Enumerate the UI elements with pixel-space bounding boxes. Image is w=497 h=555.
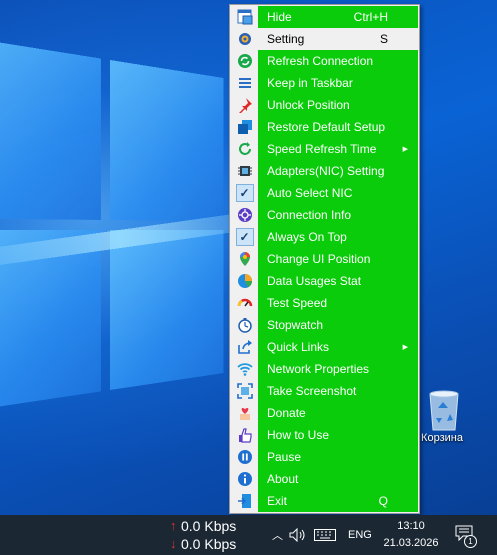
menu-item-label: Take Screenshot	[267, 384, 357, 398]
taskbar: ↑ 0.0 Kbps ↓ 0.0 Kbps ︿ ENG 13:10 21.03.…	[0, 515, 497, 555]
clock-date: 21.03.2026	[383, 537, 439, 549]
upload-arrow-icon: ↑	[170, 518, 177, 533]
menu-item-stopwatch[interactable]: Stopwatch	[231, 314, 418, 336]
download-speed: 0.0 Kbps	[181, 536, 237, 552]
checkmark-icon: ✓	[231, 182, 258, 204]
menu-item-how-to-use[interactable]: How to Use	[231, 424, 418, 446]
window-hide-icon	[231, 6, 258, 28]
volume-icon[interactable]	[289, 515, 307, 555]
menu-item-change-ui-position[interactable]: Change UI Position	[231, 248, 418, 270]
notification-count-badge: 1	[464, 535, 477, 548]
menu-item-exit[interactable]: Exit Q	[231, 490, 418, 512]
menu-item-label: Connection Info	[267, 208, 352, 222]
menu-item-hide[interactable]: Hide Ctrl+H	[231, 6, 418, 28]
menu-item-label: Quick Links	[267, 340, 330, 354]
menu-item-donate[interactable]: Donate	[231, 402, 418, 424]
menu-item-label: Restore Default Setup	[267, 120, 386, 134]
menu-item-label: Change UI Position	[267, 252, 371, 266]
wifi-icon	[231, 358, 258, 380]
menu-item-label: Exit	[267, 494, 288, 508]
pin-icon	[231, 94, 258, 116]
refresh-icon	[231, 50, 258, 72]
menu-item-label: Donate	[267, 406, 306, 420]
connection-info-icon	[231, 204, 258, 226]
clock-time: 13:10	[397, 520, 425, 532]
submenu-arrow-icon: ▶	[402, 146, 408, 153]
menu-item-label: Pause	[267, 450, 302, 464]
pie-chart-icon	[231, 270, 258, 292]
keyboard-icon[interactable]	[314, 515, 336, 555]
menu-item-setting[interactable]: Setting S	[231, 28, 418, 50]
upload-speed: 0.0 Kbps	[181, 518, 237, 534]
gear-icon	[231, 28, 258, 50]
menu-item-shortcut: Q	[378, 494, 388, 508]
menu-item-about[interactable]: About	[231, 468, 418, 490]
menu-item-label: Setting	[267, 32, 305, 46]
net-speed-widget[interactable]: ↑ 0.0 Kbps ↓ 0.0 Kbps	[170, 517, 236, 553]
menu-item-label: Speed Refresh Time	[267, 142, 377, 156]
taskbar-lines-icon	[231, 72, 258, 94]
menu-item-label: Unlock Position	[267, 98, 350, 112]
menu-item-unlock-position[interactable]: Unlock Position	[231, 94, 418, 116]
map-pin-icon	[231, 248, 258, 270]
language-indicator[interactable]: ENG	[348, 515, 372, 555]
menu-item-label: How to Use	[267, 428, 330, 442]
speedometer-icon	[231, 292, 258, 314]
menu-item-shortcut: Ctrl+H	[353, 10, 388, 24]
restore-icon	[231, 116, 258, 138]
menu-item-label: Keep in Taskbar	[267, 76, 353, 90]
timer-refresh-icon	[231, 138, 258, 160]
menu-item-keep-in-taskbar[interactable]: Keep in Taskbar	[231, 72, 418, 94]
action-center-icon[interactable]: 1	[455, 525, 477, 548]
recycle-bin-icon	[429, 390, 459, 431]
show-hidden-icons-chevron-icon[interactable]: ︿	[272, 515, 283, 555]
menu-item-speed-refresh-time[interactable]: Speed Refresh Time ▶	[231, 138, 418, 160]
menu-item-auto-select-nic[interactable]: ✓ Auto Select NIC	[231, 182, 418, 204]
menu-item-take-screenshot[interactable]: Take Screenshot	[231, 380, 418, 402]
menu-item-label: About	[267, 472, 299, 486]
menu-item-quick-links[interactable]: Quick Links ▶	[231, 336, 418, 358]
menu-item-label: Network Properties	[267, 362, 370, 376]
menu-item-connection-info[interactable]: Connection Info	[231, 204, 418, 226]
menu-item-label: Refresh Connection	[267, 54, 374, 68]
menu-item-label: Auto Select NIC	[267, 186, 353, 200]
donate-heart-icon	[231, 402, 258, 424]
stopwatch-icon	[231, 314, 258, 336]
menu-item-label: Hide	[267, 10, 292, 24]
menu-item-always-on-top[interactable]: ✓ Always On Top	[231, 226, 418, 248]
download-arrow-icon: ↓	[170, 536, 177, 551]
menu-item-label: Test Speed	[267, 296, 328, 310]
network-adapter-icon	[231, 160, 258, 182]
share-link-icon	[231, 336, 258, 358]
menu-item-pause[interactable]: Pause	[231, 446, 418, 468]
menu-item-label: Data Usages Stat	[267, 274, 362, 288]
menu-item-restore-default-setup[interactable]: Restore Default Setup	[231, 116, 418, 138]
menu-item-data-usages-stat[interactable]: Data Usages Stat	[231, 270, 418, 292]
menu-item-label: Adapters(NIC) Setting	[267, 164, 385, 178]
menu-item-label: Stopwatch	[267, 318, 324, 332]
exit-door-icon	[231, 490, 258, 512]
pointing-hand-icon	[231, 424, 258, 446]
menu-item-adapters-nic-setting[interactable]: Adapters(NIC) Setting	[231, 160, 418, 182]
context-menu: Hide Ctrl+H Setting S Refresh Connection Keep…	[229, 4, 420, 514]
clock[interactable]: 13:10 21.03.2026	[380, 518, 442, 552]
screenshot-icon	[231, 380, 258, 402]
menu-item-refresh-connection[interactable]: Refresh Connection	[231, 50, 418, 72]
submenu-arrow-icon: ▶	[402, 344, 408, 351]
pause-icon	[231, 446, 258, 468]
info-icon	[231, 468, 258, 490]
recycle-bin[interactable]: Корзина	[418, 386, 470, 444]
menu-item-test-speed[interactable]: Test Speed	[231, 292, 418, 314]
menu-item-shortcut: S	[379, 32, 388, 46]
checkmark-icon: ✓	[231, 226, 258, 248]
menu-item-network-properties[interactable]: Network Properties	[231, 358, 418, 380]
recycle-bin-label: Корзина	[421, 432, 463, 444]
menu-item-label: Always On Top	[267, 230, 347, 244]
